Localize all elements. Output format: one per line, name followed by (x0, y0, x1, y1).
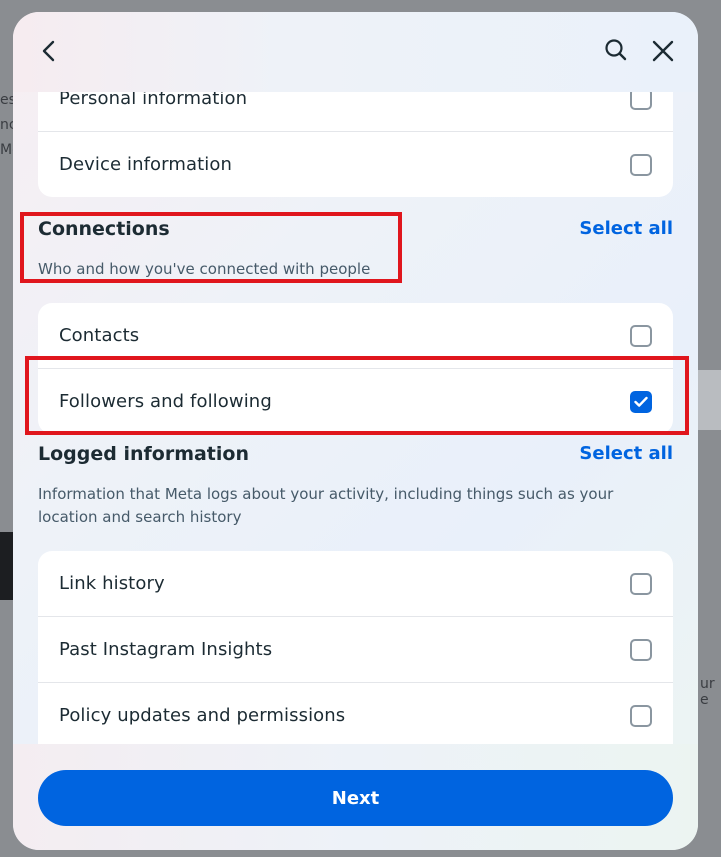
list-item-link-history[interactable]: Link history (38, 551, 673, 616)
list-item-label: Device information (59, 154, 232, 175)
list-item-personal-information[interactable]: Personal information (38, 92, 673, 131)
list-item-label: Personal information (59, 92, 248, 109)
checkmark-icon (634, 396, 648, 407)
checkbox[interactable] (630, 704, 652, 727)
dialog-footer: Next (13, 744, 698, 850)
list-item-label: Policy updates and permissions (59, 705, 346, 726)
section-title-connections: Connections (38, 218, 170, 240)
description-line: Information that Meta logs about your ac… (38, 485, 614, 503)
checkbox[interactable] (630, 572, 652, 595)
list-item-label: Past Instagram Insights (59, 639, 273, 660)
search-button[interactable] (600, 34, 632, 66)
section-description-logged-information: Information that Meta logs about your ac… (38, 483, 613, 529)
list-item-label: Contacts (59, 325, 140, 346)
checkbox[interactable] (630, 324, 652, 347)
chevron-left-icon (42, 40, 55, 62)
dialog-header (13, 12, 698, 92)
next-button[interactable]: Next (38, 770, 673, 826)
list-item-followers-and-following[interactable]: Followers and following (38, 368, 673, 434)
download-information-dialog: Personal information Device information … (13, 12, 698, 850)
background-text: ur e (700, 676, 715, 708)
connections-card: Contacts Followers and following (38, 303, 673, 434)
options-scroll-area[interactable]: Personal information Device information … (13, 92, 698, 744)
list-item-contacts[interactable]: Contacts (38, 303, 673, 368)
checkbox[interactable] (630, 638, 652, 661)
list-item-label: Link history (59, 573, 165, 594)
close-icon (652, 40, 674, 62)
select-all-connections-link[interactable]: Select all (579, 218, 673, 239)
checkbox[interactable] (630, 153, 652, 176)
section-title-logged-information: Logged information (38, 443, 249, 465)
logged-information-card: Link history Past Instagram Insights Pol… (38, 551, 673, 744)
information-card: Personal information Device information (38, 92, 673, 197)
list-item-label: Followers and following (59, 391, 272, 412)
close-button[interactable] (647, 35, 679, 67)
list-item-past-instagram-insights[interactable]: Past Instagram Insights (38, 616, 673, 682)
back-button[interactable] (33, 35, 65, 67)
checkbox[interactable] (630, 92, 652, 110)
checkbox-checked[interactable] (630, 390, 652, 413)
select-all-logged-information-link[interactable]: Select all (579, 443, 673, 464)
description-line: location and search history (38, 508, 242, 526)
list-item-device-information[interactable]: Device information (38, 131, 673, 197)
background-block (0, 532, 14, 600)
section-description-connections: Who and how you've connected with people (38, 260, 371, 278)
search-icon (605, 39, 627, 61)
background-panel (698, 370, 721, 430)
list-item-policy-updates-and-permissions[interactable]: Policy updates and permissions (38, 682, 673, 744)
